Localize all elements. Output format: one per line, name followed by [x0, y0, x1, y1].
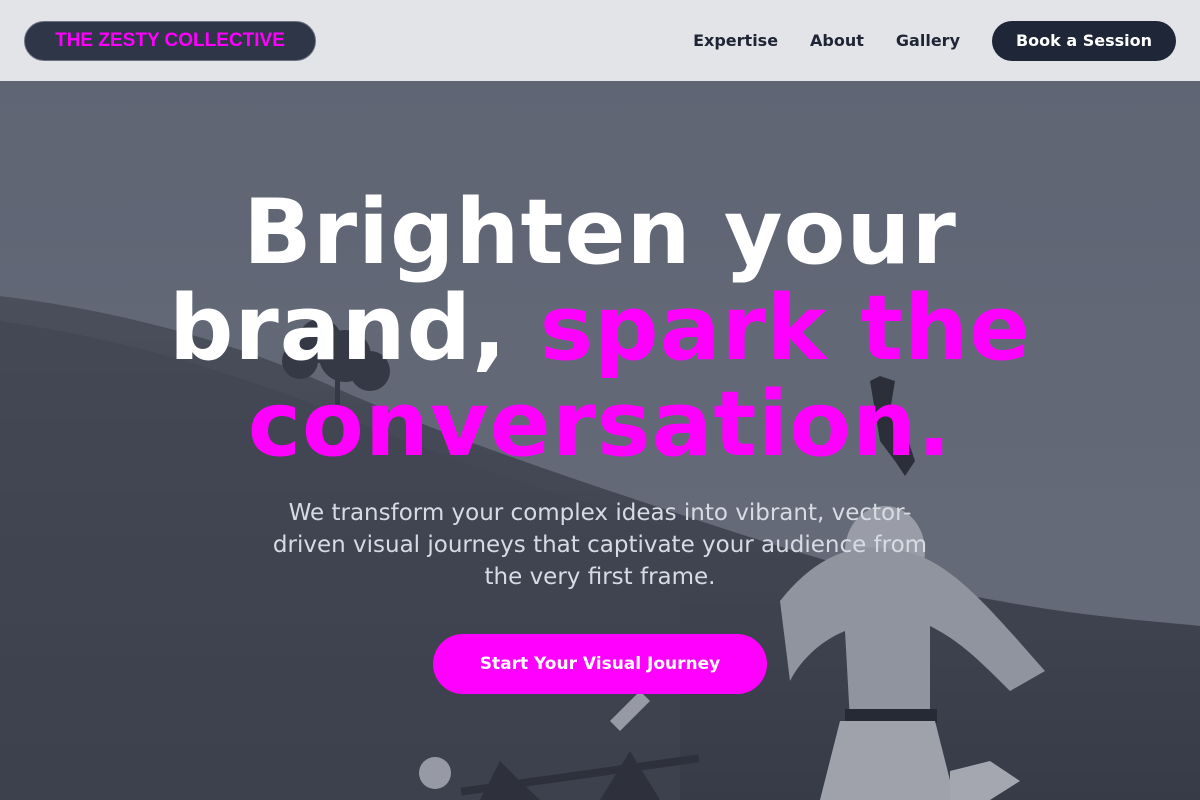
nav-link-expertise[interactable]: Expertise	[693, 31, 778, 50]
brand-logo[interactable]: THE ZESTY COLLECTIVE	[24, 20, 316, 61]
brand-name: THE ZESTY COLLECTIVE	[55, 29, 285, 51]
top-navbar: THE ZESTY COLLECTIVE Expertise About Gal…	[0, 0, 1200, 81]
hero-section: Brighten your brand, spark the conversat…	[0, 81, 1200, 800]
nav-link-about[interactable]: About	[810, 31, 864, 50]
start-journey-button[interactable]: Start Your Visual Journey	[433, 634, 767, 694]
main-nav: Expertise About Gallery Book a Session	[693, 20, 1176, 61]
hero-subtext: We transform your complex ideas into vib…	[272, 500, 928, 590]
nav-link-gallery[interactable]: Gallery	[896, 31, 960, 50]
hero-headline: Brighten your brand, spark the conversat…	[100, 185, 1100, 473]
book-session-button[interactable]: Book a Session	[992, 20, 1176, 61]
hero-content: Brighten your brand, spark the conversat…	[0, 81, 1200, 800]
